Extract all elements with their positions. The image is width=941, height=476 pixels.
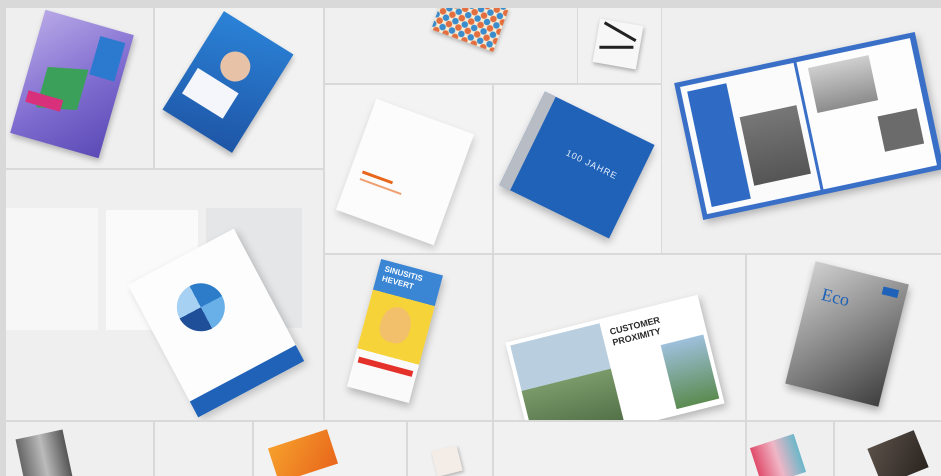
left-page [680,62,821,215]
smiling-woman [376,303,415,347]
anniversary-book-title: 100 JAHRE [564,147,620,182]
tile-blue-anniversary-book: 100 JAHRE [494,85,661,253]
dark-box [867,430,929,476]
brochure-blue-label [89,35,126,82]
tile-row4-blank [494,422,745,476]
pharma-pack: SINUSITIS HEVERT [347,258,443,404]
tile-open-history-book [662,8,941,253]
tile-customer-magazine: CUSTOMER PROXIMITY [494,255,745,420]
open-magazine: CUSTOMER PROXIMITY [505,294,725,420]
tile-white-notebook [325,85,492,253]
tile-blank [155,422,252,476]
tile-printed-rolls [6,422,153,476]
tile-rope-cube [578,8,661,83]
dotted-pattern-box [431,8,509,52]
white-notebook [335,98,475,246]
tile-open-report [6,170,323,420]
tile-purple-brochure [6,8,153,168]
man-figure [214,45,256,88]
tile-blue-man-brochure [155,8,323,168]
tile-orange-box [254,422,406,476]
tile-small-cube [408,422,492,476]
purple-brochure-cover [10,9,134,159]
printed-roll [15,429,73,476]
tile-eco-magazine: Eco [747,255,941,420]
tile-dark-box [835,422,941,476]
pie-graphic [168,274,234,340]
blue-man-brochure-cover [162,11,294,153]
report-spread [6,208,98,330]
right-page [796,38,937,190]
tile-colored-packs [747,422,833,476]
open-hardcover-book [674,31,941,221]
tile-pharma-pack: SINUSITIS HEVERT [325,255,492,420]
landscape-photo [510,323,625,420]
printed-cube [592,18,644,70]
colored-pack [749,433,807,476]
blue-anniversary-book: 100 JAHRE [499,91,655,239]
eco-magazine-cover: Eco [785,261,909,407]
tile-pattern-box [325,8,577,83]
small-cube [431,445,463,476]
eco-magazine-title: Eco [819,284,852,311]
orange-box [267,429,339,476]
